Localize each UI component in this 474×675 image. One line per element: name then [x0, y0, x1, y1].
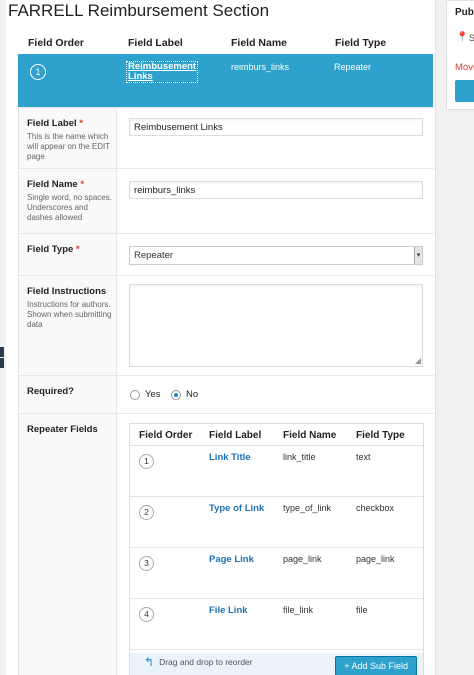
- row-field-type: Field Type * Repeater ▾: [19, 233, 434, 275]
- field-type-value: Repeater: [334, 62, 372, 72]
- col-field-label: Field Label: [128, 37, 183, 49]
- subfield-order-badge[interactable]: 1: [139, 454, 154, 469]
- sub-col-field-name: Field Name: [283, 430, 337, 441]
- field-order-badge: 1: [30, 64, 46, 80]
- field-name-description: Single word, no spaces. Underscores and …: [27, 193, 112, 222]
- publish-box: Pub 📍 S Move: [446, 0, 474, 110]
- subfield-type: file: [356, 605, 368, 615]
- required-asterisk: *: [75, 244, 80, 255]
- sub-col-field-type: Field Type: [356, 430, 405, 441]
- row-label-column: Repeater Fields: [19, 414, 117, 675]
- drag-hint: ↰ Drag and drop to reorder: [144, 655, 253, 669]
- subfield-label-link[interactable]: Type of Link: [209, 503, 264, 514]
- field-instructions-description: Instructions for authors. Shown when sub…: [27, 300, 112, 329]
- publish-button[interactable]: [455, 80, 474, 102]
- sub-col-field-order: Field Order: [139, 430, 193, 441]
- field-group-panel: FARRELL Reimbursement Section Field Orde…: [6, 0, 436, 675]
- required-yes-radio[interactable]: Yes: [130, 389, 161, 400]
- field-instructions-title: Field Instructions: [27, 286, 107, 297]
- field-label-title: Field Label *: [27, 118, 83, 129]
- required-no-radio[interactable]: No: [171, 389, 198, 400]
- row-label-column: Field Instructions Instructions for auth…: [19, 276, 117, 375]
- field-label-description: This is the name which will appear on th…: [27, 132, 111, 161]
- subfield-name: link_title: [283, 452, 316, 462]
- subfield-name: page_link: [283, 554, 322, 564]
- col-field-order: Field Order: [28, 37, 85, 49]
- publish-title: Pub: [455, 7, 474, 18]
- subfield-row[interactable]: 2 Type of Link type_of_link checkbox: [130, 497, 423, 548]
- required-yes-label: Yes: [145, 389, 161, 400]
- subfield-label-link[interactable]: Link Title: [209, 452, 251, 463]
- field-row-active[interactable]: 1 Reimbusement Links reimburs_links Repe…: [18, 54, 433, 107]
- required-asterisk: *: [79, 118, 83, 129]
- required-title: Required?: [27, 386, 74, 397]
- field-settings-form: Field Label * This is the name which wil…: [18, 107, 434, 675]
- repeater-subfields-table: Field Order Field Label Field Name Field…: [129, 423, 424, 675]
- field-type-select[interactable]: Repeater ▾: [129, 246, 423, 265]
- subfield-type: text: [356, 452, 371, 462]
- row-required: Required? Yes No: [19, 375, 434, 413]
- subfield-label-link[interactable]: Page Link: [209, 554, 254, 565]
- status-letter: S: [469, 33, 474, 43]
- pin-icon: 📍: [456, 32, 469, 43]
- subfields-header: Field Order Field Label Field Name Field…: [130, 424, 423, 446]
- row-label-column: Field Name * Single word, no spaces. Und…: [19, 169, 117, 233]
- publish-sidebar: Pub 📍 S Move: [446, 0, 474, 675]
- subfield-name: type_of_link: [283, 503, 332, 513]
- required-no-label: No: [186, 389, 199, 400]
- col-field-type: Field Type: [335, 37, 387, 49]
- sub-col-field-label: Field Label: [209, 430, 262, 441]
- subfields-footer: ↰ Drag and drop to reorder + Add Sub Fie…: [130, 653, 423, 675]
- field-name-input[interactable]: reimburs_links: [129, 181, 423, 199]
- field-name-title: Field Name *: [27, 179, 84, 190]
- move-to-trash-link[interactable]: Move: [455, 62, 474, 73]
- field-name-text: Field Name: [27, 179, 78, 190]
- field-label-input[interactable]: Reimbusement Links: [129, 118, 423, 136]
- field-type-text: Field Type: [27, 244, 74, 255]
- required-asterisk: *: [80, 179, 85, 190]
- radio-circle-icon: [130, 389, 140, 400]
- subfield-row[interactable]: 1 Link Title link_title text: [130, 446, 423, 497]
- row-label-column: Field Label * This is the name which wil…: [19, 108, 117, 168]
- field-table-header: Field Order Field Label Field Name Field…: [18, 32, 433, 54]
- field-type-title: Field Type *: [27, 244, 80, 255]
- subfield-type: page_link: [356, 554, 395, 564]
- subfield-label-link[interactable]: File Link: [209, 605, 248, 616]
- page-title: FARRELL Reimbursement Section: [8, 1, 270, 20]
- field-label-text: Field Label: [27, 118, 77, 129]
- subfield-type: checkbox: [356, 503, 395, 513]
- subfield-order-badge[interactable]: 3: [139, 556, 154, 571]
- subfield-row[interactable]: 3 Page Link page_link page_link: [130, 548, 423, 599]
- field-label-link[interactable]: Reimbusement Links: [126, 61, 198, 83]
- field-instructions-textarea[interactable]: ◢: [129, 284, 423, 367]
- subfield-row[interactable]: 4 File Link file_link file: [130, 599, 423, 650]
- edge-marker: [0, 358, 4, 368]
- edge-marker: [0, 347, 4, 357]
- row-label-column: Required?: [19, 376, 117, 413]
- select-arrow-icon: ▾: [414, 247, 422, 264]
- field-type-selected: Repeater: [134, 250, 174, 261]
- field-name-value: reimburs_links: [231, 62, 290, 72]
- drag-hint-text: Drag and drop to reorder: [159, 657, 253, 667]
- resize-grip-icon[interactable]: ◢: [415, 357, 421, 365]
- subfield-order-badge[interactable]: 2: [139, 505, 154, 520]
- row-field-instructions: Field Instructions Instructions for auth…: [19, 275, 434, 375]
- col-field-name: Field Name: [231, 37, 288, 49]
- radio-selected-icon: [171, 389, 181, 400]
- add-sub-field-button[interactable]: + Add Sub Field: [335, 656, 417, 675]
- drag-arrow-icon: ↰: [144, 655, 155, 669]
- subfield-name: file_link: [283, 605, 314, 615]
- row-label-column: Field Type *: [19, 234, 117, 275]
- subfield-order-badge[interactable]: 4: [139, 607, 154, 622]
- row-field-label: Field Label * This is the name which wil…: [19, 107, 434, 168]
- row-field-name: Field Name * Single word, no spaces. Und…: [19, 168, 434, 233]
- repeater-fields-title: Repeater Fields: [27, 424, 98, 435]
